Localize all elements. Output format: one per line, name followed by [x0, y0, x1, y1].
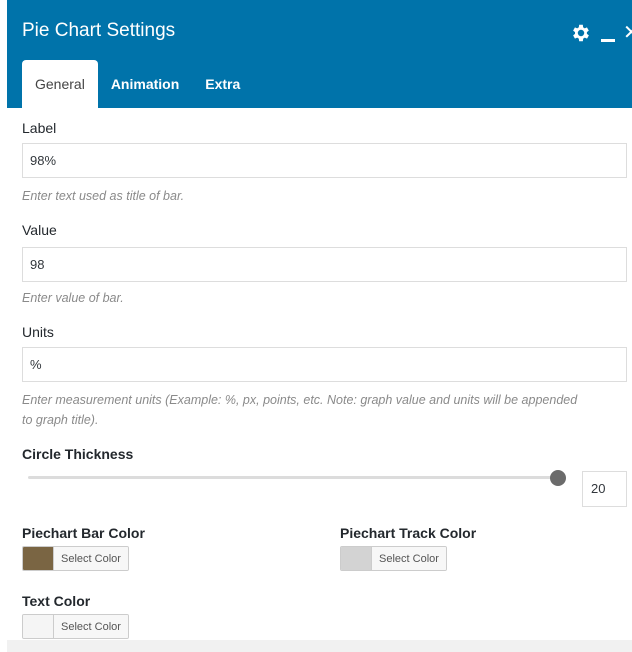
value-field-title: Value	[22, 222, 57, 238]
tab-animation[interactable]: Animation	[98, 60, 192, 108]
track-color-swatch	[341, 547, 372, 570]
bar-color-picker-button[interactable]: Select Color	[22, 546, 129, 571]
tab-bar: General Animation Extra	[22, 60, 253, 108]
tab-general[interactable]: General	[22, 60, 98, 108]
text-color-swatch	[23, 615, 54, 638]
dialog-header: Pie Chart Settings ✕ General Animation E…	[7, 0, 632, 108]
text-color-title: Text Color	[22, 593, 91, 609]
value-input[interactable]: 98	[22, 247, 627, 282]
bar-color-swatch	[23, 547, 54, 570]
slider-handle[interactable]	[550, 470, 566, 486]
minimize-icon[interactable]	[600, 22, 616, 44]
label-help-text: Enter text used as title of bar.	[22, 189, 185, 203]
bar-color-button-label: Select Color	[54, 547, 128, 570]
label-field-title: Label	[22, 120, 57, 136]
gear-icon[interactable]	[570, 22, 592, 44]
units-field-title: Units	[22, 324, 54, 340]
text-color-button-label: Select Color	[54, 615, 128, 638]
label-input[interactable]: 98%	[22, 143, 627, 178]
track-color-title: Piechart Track Color	[340, 525, 477, 541]
circle-thickness-slider[interactable]	[28, 470, 566, 486]
text-color-picker-button[interactable]: Select Color	[22, 614, 129, 639]
dialog-title: Pie Chart Settings	[22, 20, 176, 41]
close-icon[interactable]: ✕	[623, 22, 632, 44]
circle-thickness-value[interactable]: 20	[582, 471, 627, 507]
dialog-footer	[7, 640, 632, 652]
value-help-text: Enter value of bar.	[22, 291, 124, 305]
track-color-picker-button[interactable]: Select Color	[340, 546, 447, 571]
track-color-button-label: Select Color	[372, 547, 446, 570]
units-input[interactable]: %	[22, 347, 627, 382]
circle-thickness-title: Circle Thickness	[22, 446, 134, 462]
header-actions: ✕	[570, 18, 632, 48]
bar-color-title: Piechart Bar Color	[22, 525, 145, 541]
units-help-text: Enter measurement units (Example: %, px,…	[22, 393, 578, 427]
tab-extra[interactable]: Extra	[192, 60, 253, 108]
